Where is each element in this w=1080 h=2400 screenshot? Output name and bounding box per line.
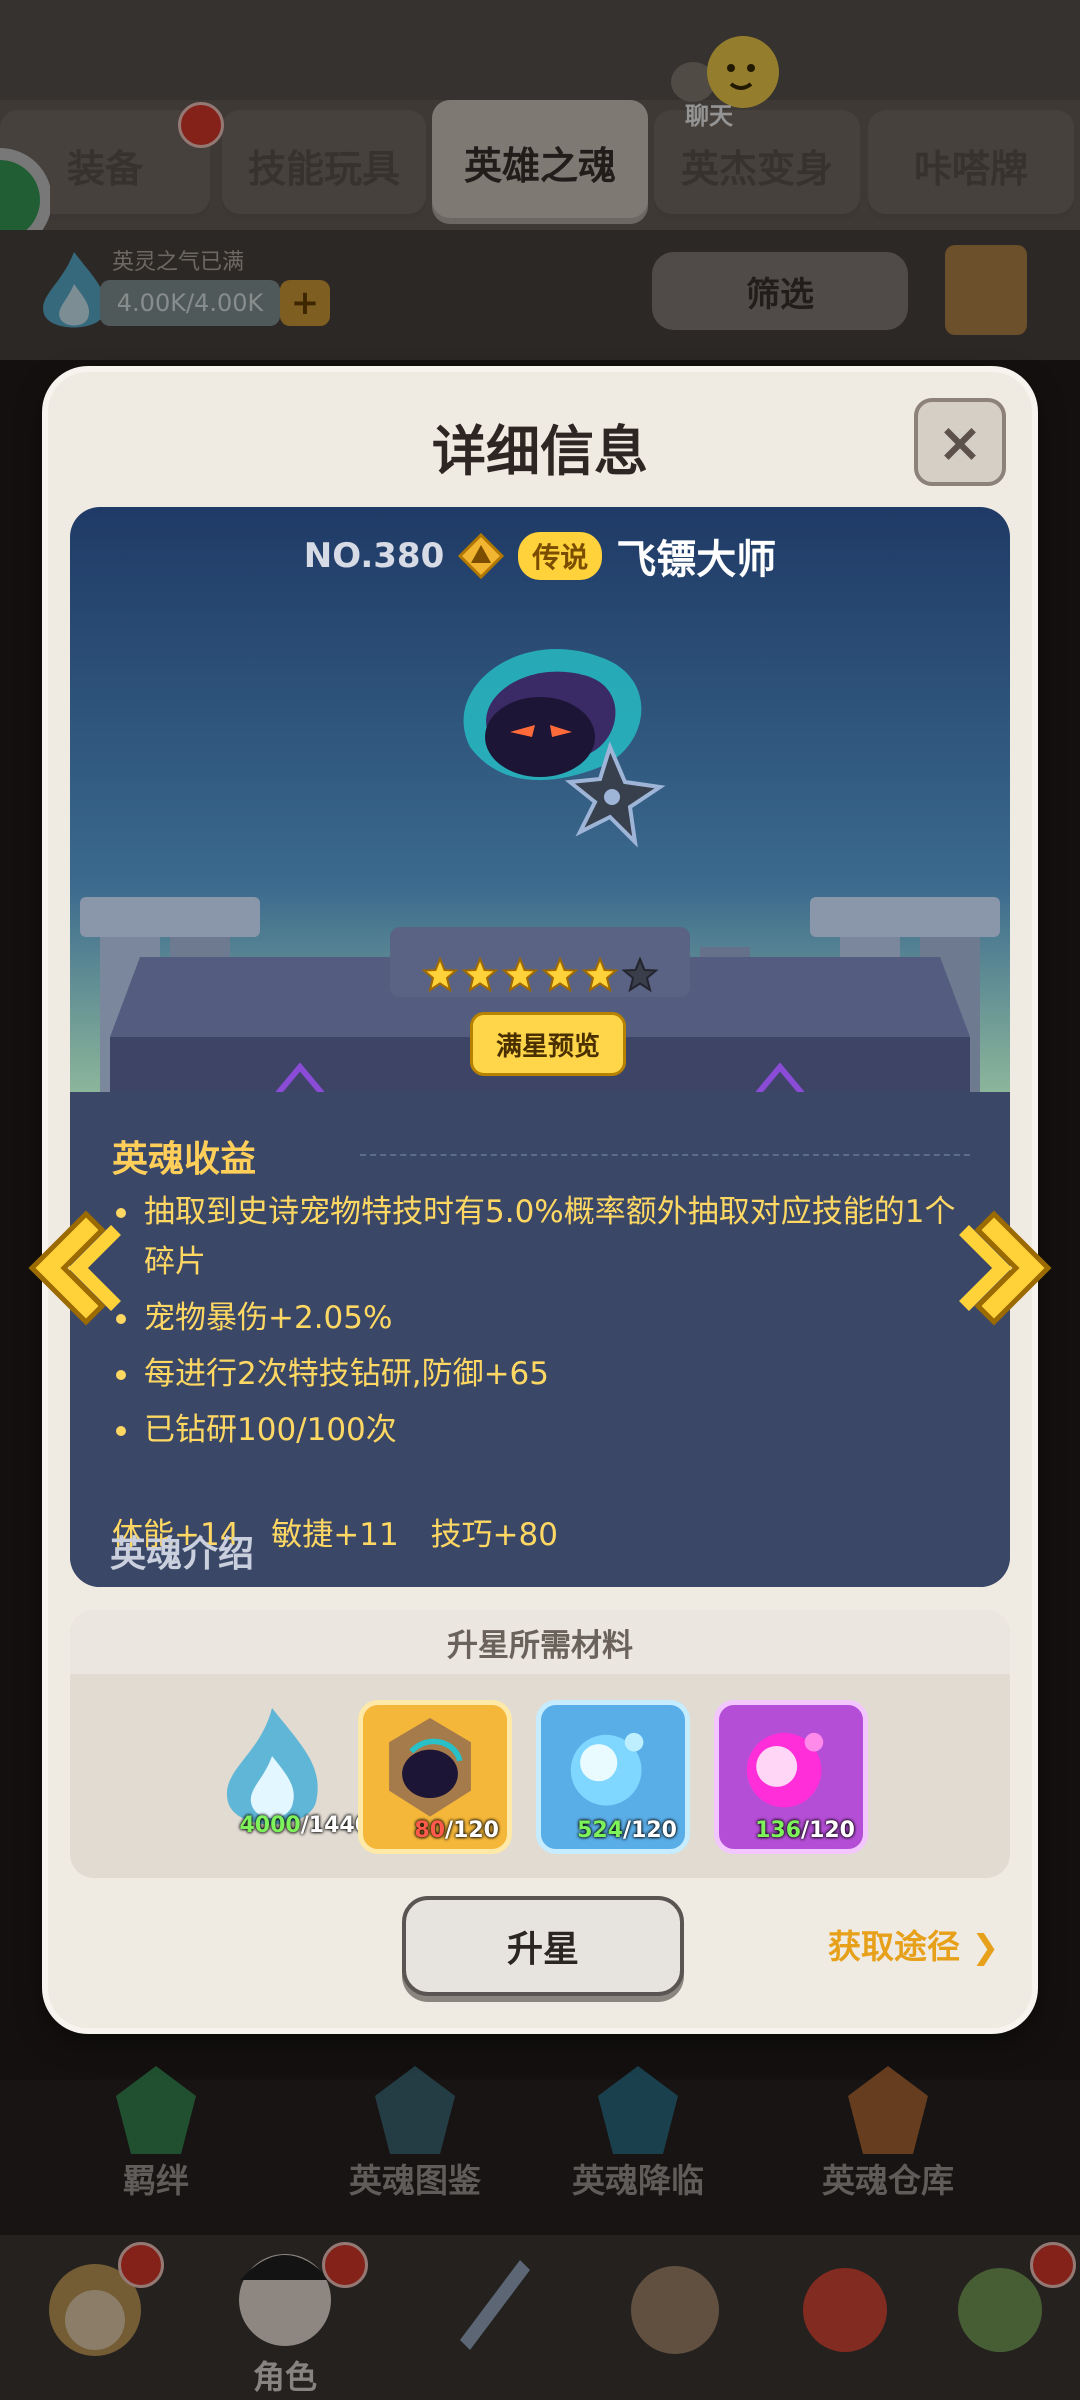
stat-agility: 敏捷+11 [271,1517,399,1553]
material-have: 524 [577,1818,624,1843]
benefit-item: 抽取到史诗宠物特技时有5.0%概率额外抽取对应技能的1个碎片 [112,1187,982,1287]
chevron-right-icon: ❯ [971,1927,1000,1966]
hero-header: NO.380 传说 飞镖大师 [70,527,1010,585]
rarity-badge: 传说 [518,532,603,580]
tier-icon [458,533,505,579]
obtain-source-link[interactable]: 获取途径 ❯ [828,1920,999,1968]
hero-card: NO.380 传说 飞镖大师 满星预览 英魂收益 抽取到史诗宠物特技时有5.0%… [70,507,1010,1587]
modal-title: 详细信息 [432,420,648,483]
star-filled-icon [542,957,578,993]
benefit-item: 宠物暴伤+2.05% [112,1293,982,1343]
close-button[interactable]: × [914,398,1006,486]
star-rating [400,947,680,1003]
material-count: 136/120 [755,1818,855,1843]
previous-arrow-icon[interactable] [26,1210,126,1326]
materials-panel: 升星所需材料 4000/1440 80/120 524/120 136/120 [70,1610,1010,1878]
star-filled-icon [422,957,458,993]
hero-name: 飞镖大师 [616,537,777,583]
material-have: 80 [414,1818,446,1843]
star-filled-icon [582,957,618,993]
material-hero-shard[interactable]: 80/120 [358,1700,512,1854]
intro-title: 英魂介绍 [110,1534,255,1575]
star-up-label: 升星 [506,1929,579,1970]
benefits-title: 英魂收益 [112,1139,257,1180]
star-filled-icon [462,957,498,993]
obtain-label: 获取途径 [828,1927,960,1966]
benefit-item: 每进行2次特技钻研,防御+65 [112,1349,982,1399]
preview-label: 满星预览 [495,1031,600,1062]
hero-portrait-icon [463,649,666,848]
material-count: 80/120 [414,1818,499,1843]
next-arrow-icon[interactable] [954,1210,1054,1326]
info-panel: 英魂收益 抽取到史诗宠物特技时有5.0%概率额外抽取对应技能的1个碎片 宠物暴伤… [70,1092,1010,1587]
close-icon: × [937,410,983,474]
material-need: /120 [445,1818,499,1843]
hero-detail-modal: 详细信息 × NO.380 传说 飞镖大师 满星预览 英魂收益 抽取到史诗宠物特… [28,372,1052,2028]
material-blue-flame[interactable]: 4000/1440 [200,1700,370,1844]
material-blue-essence[interactable]: 524/120 [536,1700,690,1854]
max-star-preview-button[interactable]: 满星预览 [470,1012,626,1076]
divider [360,1154,970,1156]
hero-number: NO.380 [303,536,445,576]
stat-skill: 技巧+80 [430,1517,558,1553]
material-need: /120 [801,1818,855,1843]
material-have: 136 [755,1818,802,1843]
star-up-button[interactable]: 升星 [402,1896,684,1996]
star-filled-icon [502,957,538,993]
material-have: 4000 [239,1813,301,1838]
material-pink-essence[interactable]: 136/120 [714,1700,868,1854]
materials-title: 升星所需材料 [70,1610,1010,1674]
material-count: 4000/1440 [240,1813,371,1838]
star-empty-icon [622,957,658,993]
material-need: /120 [623,1818,677,1843]
benefit-item: 已钻研100/100次 [112,1405,982,1455]
material-count: 524/120 [577,1818,677,1843]
benefits-list: 抽取到史诗宠物特技时有5.0%概率额外抽取对应技能的1个碎片 宠物暴伤+2.05… [112,1187,982,1461]
